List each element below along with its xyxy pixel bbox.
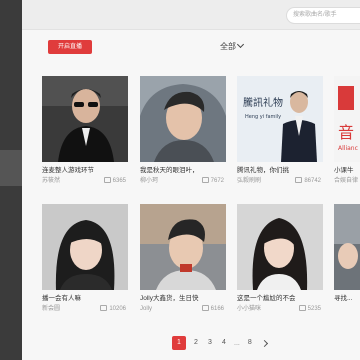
start-live-button[interactable]: 开启直播: [48, 40, 92, 54]
room-owner: 苏筱然: [42, 178, 61, 184]
page-button-current[interactable]: 1: [172, 336, 186, 350]
thumb-logo-subtext: Heng yi family: [245, 114, 281, 120]
room-thumbnail: [334, 204, 360, 290]
room-title: Jolly大鑫货，生日快: [140, 295, 199, 302]
room-owner: 合娱自律: [334, 178, 359, 184]
left-sidebar: [0, 0, 22, 360]
room-card[interactable]: 騰訊礼物 Heng yi family 腾讯礼物，你们挑 弘毅刷刷 86742: [237, 76, 325, 186]
room-owner: 弘毅刷刷: [237, 178, 262, 184]
room-title: 寻找...: [334, 295, 353, 302]
room-thumbnail: 騰訊礼物 Heng yi family: [237, 76, 323, 162]
page-button[interactable]: 3: [206, 336, 214, 350]
pagination: 1 2 3 4 ... 8: [172, 336, 268, 350]
room-card[interactable]: 寻找...: [334, 204, 360, 303]
room-card[interactable]: Jolly大鑫货，生日快 Jolly 6166: [140, 204, 228, 314]
room-title: 连麦整人游戏环节: [42, 167, 94, 174]
page-ellipsis: ...: [234, 339, 240, 347]
room-owner: 新会圆: [42, 306, 61, 312]
page-button[interactable]: 4: [220, 336, 228, 350]
room-owner: Jolly: [140, 306, 153, 312]
room-owner: 小小猫咪: [237, 306, 262, 312]
room-thumbnail: [42, 204, 128, 290]
search-input[interactable]: 搜索歌曲名/歌手: [286, 7, 360, 24]
room-thumbnail: 音 Allianc: [334, 76, 360, 162]
room-title: 小课牛: [334, 167, 354, 174]
room-viewers: 6166: [202, 305, 224, 314]
main-content: 搜索歌曲名/歌手 开启直播 全部 连麦整人游戏环节 苏筱然 6365 我是秋天的…: [22, 0, 360, 360]
room-owner: 柳小珂: [140, 178, 159, 184]
page-button[interactable]: 2: [192, 336, 200, 350]
room-card[interactable]: 这是一个尴尬的不会 小小猫咪 5235: [237, 204, 325, 314]
room-viewers: 10206: [100, 305, 126, 314]
room-thumbnail: [42, 76, 128, 162]
room-card[interactable]: 连麦整人游戏环节 苏筱然 6365: [42, 76, 130, 186]
room-title: 这是一个尴尬的不会: [237, 295, 296, 302]
room-viewers: 6365: [104, 177, 126, 186]
top-bar: 搜索歌曲名/歌手: [22, 0, 360, 30]
room-thumbnail: [237, 204, 323, 290]
category-filter-dropdown[interactable]: 全部: [220, 40, 245, 52]
thumb-logo-text: 音: [338, 123, 354, 142]
room-card[interactable]: 音 Allianc 小课牛 合娱自律: [334, 76, 360, 186]
room-viewers: 5235: [299, 305, 321, 314]
chevron-down-icon: [236, 40, 245, 49]
filter-label: 全部: [220, 42, 236, 51]
room-card[interactable]: 播一会有人嘛 新会圆 10206: [42, 204, 130, 314]
room-viewers: 7672: [202, 177, 224, 186]
thumb-logo-text: 騰訊礼物: [243, 96, 283, 109]
sidebar-active-band: [0, 150, 22, 186]
room-title: 播一会有人嘛: [42, 295, 81, 302]
room-title: 腾讯礼物，你们挑: [237, 167, 289, 174]
room-viewers: 86742: [295, 177, 321, 186]
next-page-chevron-icon[interactable]: [260, 339, 268, 347]
room-card[interactable]: 我是秋天的眼泪叶， 柳小珂 7672: [140, 76, 228, 186]
room-thumbnail: [140, 204, 226, 290]
thumb-logo-subtext: Allianc: [338, 145, 358, 152]
room-thumbnail: [140, 76, 226, 162]
page-button[interactable]: 8: [246, 336, 254, 350]
room-title: 我是秋天的眼泪叶，: [140, 167, 199, 174]
